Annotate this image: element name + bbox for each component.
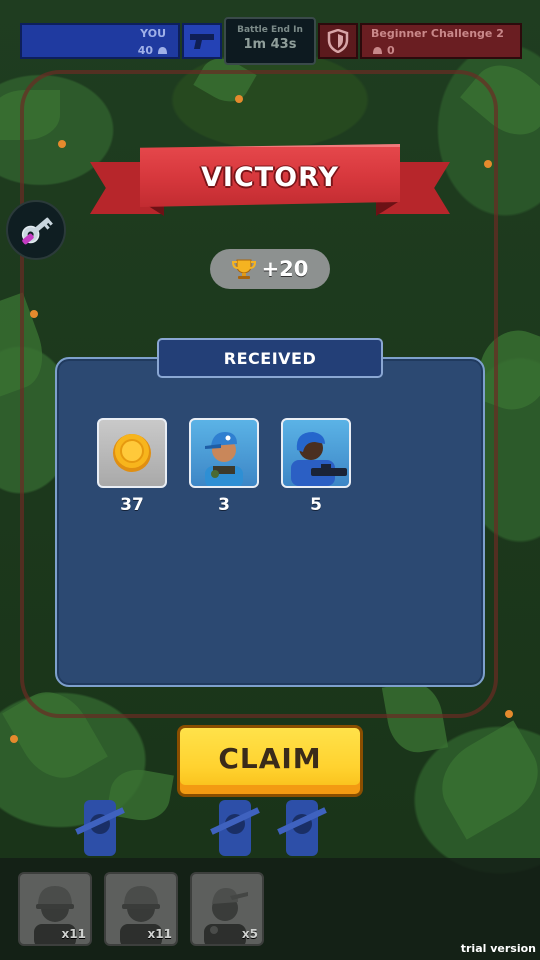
key-icon [21,217,53,245]
gunner-soldier-portrait [291,432,347,486]
shield-icon [318,23,358,59]
unit-count: x5 [241,927,258,941]
victory-banner: VICTORY [90,140,450,222]
trial-watermark: trial version [460,942,536,955]
reward-tile [97,418,167,488]
received-panel [55,357,485,687]
player-score: 40 [138,44,168,57]
enemy-panel: Beginner Challenge 2 0 [360,23,522,59]
helmet-icon [158,47,167,54]
unit-count: x11 [61,927,86,941]
battle-hud: YOU 40 Battle End In 1m 43s Beginner Cha… [20,17,522,65]
deployed-unit-icon [75,800,125,856]
unit-card-helmet-2[interactable]: x11 [104,872,178,946]
helmet-icon [373,47,382,54]
gold-coin-icon [113,434,151,472]
reward-item-coins: 37 [97,418,167,515]
timer-value: 1m 43s [243,37,297,52]
deployed-unit-icon [277,800,327,856]
timer-label: Battle End In [237,25,303,35]
player-label: YOU [140,27,166,40]
victory-title: VICTORY [201,161,339,193]
reward-tile [281,418,351,488]
unit-card-helmet-1[interactable]: x11 [18,872,92,946]
enemy-score: 0 [372,44,395,57]
enemy-label: Beginner Challenge 2 [371,27,504,40]
received-title: RECEIVED [223,348,317,368]
claim-label: CLAIM [218,741,322,775]
deployed-unit-icon [210,800,260,856]
key-button[interactable] [6,200,66,260]
reward-item-cap-soldier: 3 [189,418,259,515]
trophy-icon [231,259,256,279]
trophy-reward: +20 [210,249,330,289]
unit-count: x11 [147,927,172,941]
reward-qty: 5 [310,495,322,515]
received-header: RECEIVED [157,338,383,378]
reward-qty: 37 [120,495,144,515]
player-panel: YOU 40 [20,23,180,59]
reward-item-gunner-soldier: 5 [281,418,351,515]
claim-button[interactable]: CLAIM [177,725,363,797]
unit-card-cap[interactable]: x5 [190,872,264,946]
pistol-icon [182,23,222,59]
battle-timer: Battle End In 1m 43s [224,17,316,65]
trophy-value: +20 [261,257,309,281]
reward-qty: 3 [218,495,230,515]
cap-soldier-portrait [205,432,243,486]
reward-tile [189,418,259,488]
